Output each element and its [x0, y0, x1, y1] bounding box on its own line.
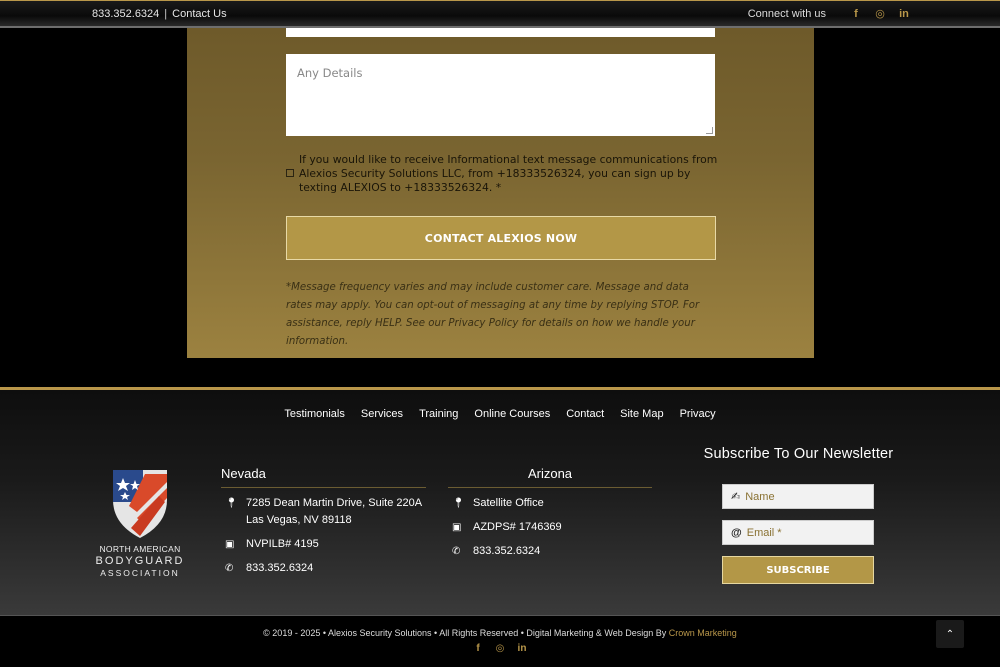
contact-form-panel: Any Details If you would like to receive…: [187, 28, 814, 358]
contact-submit-button[interactable]: CONTACT ALEXIOS NOW: [286, 216, 716, 260]
arizona-office: 📍︎ Satellite Office: [448, 495, 652, 512]
arizona-phone-link[interactable]: 833.352.6324: [473, 543, 540, 560]
footer: Testimonials Services Training Online Co…: [0, 387, 1000, 615]
linkedin-icon[interactable]: in: [898, 8, 910, 20]
top-contact: 833.352.6324 | Contact Us: [92, 8, 227, 20]
details-placeholder: Any Details: [297, 66, 363, 80]
logo-line-2: BODYGUARD: [95, 555, 185, 567]
footer-link-services[interactable]: Services: [361, 408, 403, 420]
details-textarea[interactable]: Any Details: [286, 54, 715, 136]
top-social: Connect with us f ◎ in: [747, 7, 910, 21]
footer-link-training[interactable]: Training: [419, 408, 458, 420]
arizona-license-text: AZDPS# 1746369: [473, 521, 562, 533]
name-placeholder: Name: [745, 490, 775, 503]
newsletter-email-input[interactable]: @ Email *: [722, 520, 874, 545]
nevada-address: 📍︎ 7285 Dean Martin Drive, Suite 220A La…: [221, 495, 426, 529]
map-pin-icon: 📍︎: [452, 498, 465, 509]
linkedin-icon[interactable]: in: [516, 643, 528, 654]
arizona-title: Arizona: [448, 466, 652, 488]
id-badge-icon: ▣: [452, 522, 462, 533]
footer-link-site-map[interactable]: Site Map: [620, 408, 663, 420]
connect-label: Connect with us: [747, 7, 826, 20]
map-pin-icon: 📍︎: [225, 498, 238, 509]
instagram-icon[interactable]: ◎: [494, 643, 506, 654]
nevada-license-text: NVPILB# 4195: [246, 538, 319, 550]
facebook-icon[interactable]: f: [850, 8, 862, 20]
newsletter-name-input[interactable]: ✍ Name: [722, 484, 874, 509]
nevada-phone-link[interactable]: 833.352.6324: [246, 560, 313, 577]
chevron-up-icon: ⌃: [945, 628, 955, 640]
phone-icon: ✆: [452, 546, 461, 557]
facebook-icon[interactable]: f: [472, 643, 484, 654]
arizona-license: ▣ AZDPS# 1746369: [448, 519, 652, 536]
resize-grip-icon[interactable]: [706, 127, 713, 134]
instagram-icon[interactable]: ◎: [874, 7, 886, 20]
nevada-address-text: 7285 Dean Martin Drive, Suite 220A Las V…: [246, 495, 422, 529]
nevada-address-line2: Las Vegas, NV 89118: [246, 514, 352, 526]
nevada-address-line1: 7285 Dean Martin Drive, Suite 220A: [246, 497, 423, 509]
footer-link-contact[interactable]: Contact: [566, 408, 604, 420]
crown-marketing-link[interactable]: Crown Marketing: [669, 628, 737, 638]
footer-link-online-courses[interactable]: Online Courses: [474, 408, 550, 420]
newsletter: Subscribe To Our Newsletter ✍ Name @ Ema…: [686, 446, 911, 584]
footer-link-testimonials[interactable]: Testimonials: [284, 408, 345, 420]
footer-nav: Testimonials Services Training Online Co…: [0, 408, 1000, 420]
nevada-license: ▣ NVPILB# 4195: [221, 536, 426, 553]
logo-line-1: NORTH AMERICAN: [99, 544, 181, 554]
shield-flag-icon: [113, 470, 167, 538]
at-sign-icon: @: [731, 526, 742, 539]
phone-icon: ✆: [225, 563, 234, 574]
bottom-bar: © 2019 - 2025 • Alexios Security Solutio…: [0, 615, 1000, 667]
top-separator: |: [164, 8, 168, 20]
subscribe-button[interactable]: SUBSCRIBE: [722, 556, 874, 584]
consent-checkbox[interactable]: [286, 169, 294, 177]
nevada-phone: ✆ 833.352.6324: [221, 560, 426, 577]
consent-text: If you would like to receive Information…: [299, 153, 718, 194]
top-bar: 833.352.6324 | Contact Us Connect with us …: [0, 0, 1000, 28]
signature-icon: ✍: [731, 491, 741, 503]
copyright-text: © 2019 - 2025 • Alexios Security Solutio…: [263, 628, 669, 638]
logo-line-3: ASSOCIATION: [100, 568, 180, 578]
email-placeholder: Email *: [746, 526, 782, 539]
arizona-office-text: Satellite Office: [473, 497, 544, 509]
footer-link-privacy[interactable]: Privacy: [680, 408, 716, 420]
top-contact-link[interactable]: Contact Us: [172, 8, 226, 20]
nevada-column: Nevada 📍︎ 7285 Dean Martin Drive, Suite …: [221, 466, 426, 577]
copyright: © 2019 - 2025 • Alexios Security Solutio…: [0, 628, 1000, 638]
bottom-social: f ◎ in: [0, 643, 1000, 654]
arizona-phone: ✆ 833.352.6324: [448, 543, 652, 560]
previous-input-field[interactable]: [286, 28, 715, 37]
nevada-title: Nevada: [221, 466, 426, 488]
id-badge-icon: ▣: [225, 539, 235, 550]
sms-disclaimer: *Message frequency varies and may includ…: [286, 282, 700, 347]
scroll-to-top-button[interactable]: ⌃: [936, 620, 964, 648]
arizona-column: Arizona 📍︎ Satellite Office ▣ AZDPS# 174…: [448, 466, 652, 560]
nabga-logo[interactable]: NORTH AMERICAN BODYGUARD ASSOCIATION: [85, 466, 195, 578]
newsletter-title: Subscribe To Our Newsletter: [703, 446, 894, 462]
top-phone-link[interactable]: 833.352.6324: [92, 8, 159, 20]
